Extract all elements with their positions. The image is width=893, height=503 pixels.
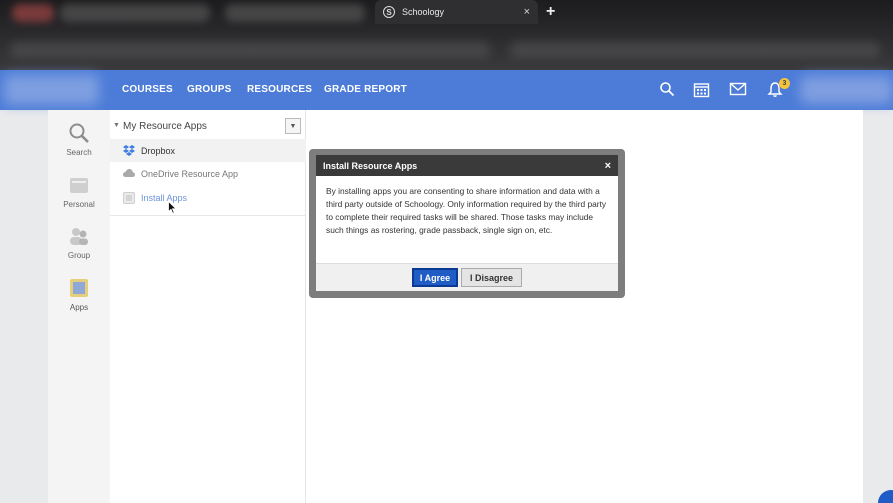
personal-icon bbox=[70, 178, 88, 193]
nav-courses[interactable]: COURSES bbox=[122, 84, 173, 95]
rail-label: Search bbox=[66, 148, 92, 157]
profile-menu[interactable] bbox=[800, 76, 893, 104]
resource-item-dropbox[interactable]: Dropbox bbox=[110, 139, 306, 162]
nav-resources[interactable]: RESOURCES bbox=[247, 84, 312, 95]
nav-grade-report[interactable]: GRADE REPORT bbox=[324, 84, 407, 95]
agree-button[interactable]: I Agree bbox=[412, 268, 458, 287]
new-tab-button[interactable]: + bbox=[546, 3, 555, 21]
cloud-icon bbox=[123, 169, 135, 177]
search-icon[interactable] bbox=[659, 81, 675, 97]
resource-item-label: OneDrive Resource App bbox=[141, 168, 239, 179]
rail-label: Group bbox=[67, 251, 91, 260]
rail-label: Apps bbox=[69, 303, 89, 312]
logo[interactable] bbox=[4, 75, 99, 105]
rail-personal[interactable]: Personal bbox=[48, 174, 110, 209]
resource-item-label: Install Apps bbox=[141, 192, 188, 203]
group-icon bbox=[70, 228, 88, 245]
schoology-favicon-icon: S bbox=[383, 6, 395, 18]
notification-badge: 3 bbox=[779, 78, 790, 89]
resource-item-label: Dropbox bbox=[141, 145, 176, 156]
collapse-caret-icon[interactable]: ▼ bbox=[113, 122, 120, 129]
top-navbar: COURSES GROUPS RESOURCES GRADE REPORT 3 bbox=[0, 70, 893, 110]
mouse-cursor-icon bbox=[168, 201, 177, 214]
disagree-button[interactable]: I Disagree bbox=[461, 268, 522, 287]
calendar-icon[interactable] bbox=[693, 81, 710, 98]
blurred-bookmarks bbox=[510, 42, 880, 58]
install-apps-icon bbox=[123, 191, 135, 204]
blurred-tab bbox=[60, 4, 210, 22]
resource-options-dropdown[interactable]: ▼ bbox=[285, 118, 301, 134]
blurred-bookmarks bbox=[10, 42, 490, 58]
dialog-title: Install Resource Apps bbox=[323, 160, 418, 171]
dialog-header: Install Resource Apps × bbox=[316, 155, 618, 176]
tab-schoology[interactable]: S Schoology × bbox=[375, 0, 538, 24]
search-icon bbox=[69, 123, 89, 143]
rail-label: Personal bbox=[63, 200, 95, 209]
close-icon[interactable]: × bbox=[605, 160, 611, 172]
dialog-message: By installing apps you are consenting to… bbox=[326, 186, 607, 235]
dropbox-icon bbox=[123, 145, 135, 156]
tab-close-icon[interactable]: × bbox=[524, 6, 530, 18]
nav-groups[interactable]: GROUPS bbox=[187, 84, 232, 95]
rail-apps[interactable]: Apps bbox=[48, 277, 110, 312]
resource-apps-header[interactable]: My Resource Apps bbox=[123, 121, 207, 132]
rail-group[interactable]: Group bbox=[48, 225, 110, 260]
blurred-tab bbox=[12, 4, 54, 22]
apps-icon bbox=[70, 279, 88, 297]
mail-icon[interactable] bbox=[729, 81, 747, 97]
resource-item-install-apps[interactable]: Install Apps bbox=[110, 186, 306, 209]
rail-search[interactable]: Search bbox=[48, 122, 110, 157]
divider bbox=[110, 215, 306, 216]
help-button[interactable] bbox=[878, 490, 893, 503]
resource-item-onedrive[interactable]: OneDrive Resource App bbox=[110, 162, 306, 185]
blurred-tab bbox=[225, 4, 365, 22]
tab-title: Schoology bbox=[402, 7, 445, 17]
